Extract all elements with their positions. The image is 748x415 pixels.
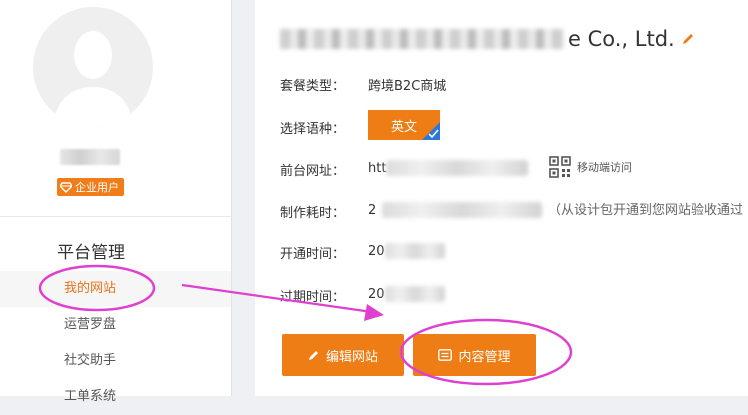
expire-date-redacted	[384, 286, 445, 302]
open-date-redacted	[384, 243, 445, 259]
sidebar-item-social-assistant[interactable]: 社交助手	[0, 343, 231, 379]
sidebar-item-ticket-system[interactable]: 工单系统	[0, 379, 231, 415]
section-title: 平台管理	[57, 243, 125, 263]
package-type-label: 套餐类型：	[280, 79, 346, 94]
frontend-url-label: 前台网址：	[280, 164, 346, 179]
language-label: 选择语种：	[280, 122, 346, 137]
pencil-icon	[308, 351, 318, 360]
build-time-text: 2	[368, 202, 377, 218]
sidebar: 企业用户 平台管理 我的网站 运营罗盘 社交助手 工单系统	[0, 0, 232, 404]
edit-website-button[interactable]: 编辑网站	[282, 334, 404, 376]
open-date-text: 20	[368, 243, 385, 259]
sidebar-item-label: 运营罗盘	[64, 317, 117, 332]
frontend-url-text: htt	[368, 160, 387, 176]
build-time-redacted	[382, 202, 543, 218]
build-time-value: 2	[368, 202, 543, 218]
sidebar-item-label: 社交助手	[64, 353, 117, 368]
content-management-label: 内容管理	[458, 349, 511, 365]
url-redacted	[386, 160, 529, 176]
pencil-icon[interactable]	[681, 32, 695, 46]
edit-website-label: 编辑网站	[325, 349, 378, 365]
mobile-access[interactable]: 移动端访问	[549, 156, 632, 178]
badge-label: 企业用户	[75, 181, 119, 194]
enterprise-user-badge: 企业用户	[57, 178, 124, 196]
package-type-value: 跨境B2C商城	[368, 79, 447, 94]
sidebar-item-operations-compass[interactable]: 运营罗盘	[0, 307, 231, 343]
sidebar-item-label: 我的网站	[64, 281, 117, 296]
content-list-icon	[438, 349, 453, 361]
content-management-button[interactable]: 内容管理	[413, 334, 536, 376]
username-redacted	[60, 149, 120, 165]
language-english-option[interactable]: 英文	[368, 110, 440, 140]
build-time-label: 制作耗时：	[280, 206, 346, 221]
sidebar-item-label: 工单系统	[64, 389, 117, 404]
expire-date-value: 20	[368, 286, 445, 302]
company-name-redacted	[280, 29, 564, 49]
selected-check-icon	[422, 122, 440, 140]
company-name: e Co., Ltd.	[280, 26, 695, 52]
language-option-label: 英文	[390, 119, 417, 135]
expire-date-text: 20	[368, 286, 385, 302]
divider	[0, 216, 231, 217]
avatar[interactable]	[33, 7, 153, 127]
user-silhouette-icon	[33, 7, 153, 127]
company-name-suffix: e Co., Ltd.	[568, 27, 675, 51]
mobile-access-label: 移动端访问	[577, 161, 632, 174]
open-date-value: 20	[368, 243, 445, 259]
open-date-label: 开通时间：	[280, 247, 346, 262]
qr-code-icon	[549, 156, 571, 178]
sidebar-item-my-website[interactable]: 我的网站	[0, 271, 231, 307]
diamond-icon	[59, 181, 72, 194]
frontend-url-value[interactable]: htt	[368, 160, 529, 176]
expire-date-label: 过期时间：	[280, 290, 346, 305]
build-time-note: （从设计包开通到您网站验收通过	[548, 203, 744, 218]
